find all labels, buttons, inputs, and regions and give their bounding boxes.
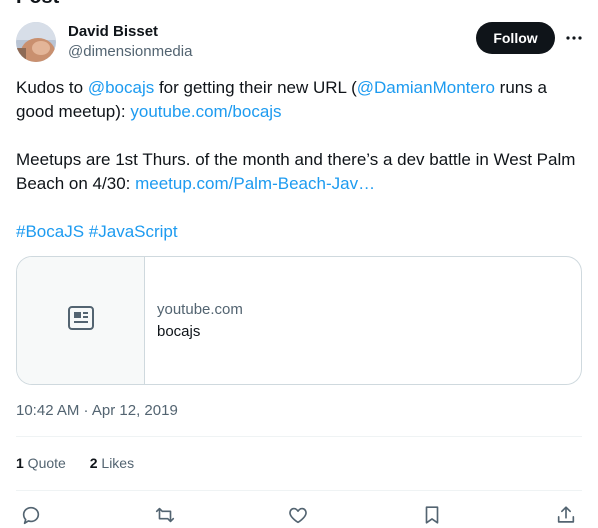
tweet-timestamp: 10:42 AM · Apr 12, 2019 — [16, 402, 178, 419]
likes-label: Likes — [97, 455, 135, 471]
likes-stat[interactable]: 2 Likes — [90, 455, 134, 471]
meta-separator: · — [79, 402, 92, 419]
tweet-author: David Bisset @dimensionmedia Follow — [16, 22, 582, 64]
tweet-date[interactable]: Apr 12, 2019 — [92, 402, 178, 419]
card-domain: youtube.com — [157, 301, 243, 318]
card-title: bocajs — [157, 323, 201, 340]
url-link[interactable]: meetup.com/Palm-Beach-Jav… — [135, 174, 375, 193]
quotes-label: Quote — [23, 455, 66, 471]
like-icon[interactable] — [283, 502, 313, 528]
engagement-stats: 1 Quote 2 Likes — [16, 455, 154, 471]
share-icon[interactable] — [551, 502, 581, 528]
page-header: Post — [0, 0, 598, 9]
avatar[interactable] — [16, 22, 56, 62]
bookmark-icon[interactable] — [417, 502, 447, 528]
author-name[interactable]: David Bisset — [68, 23, 158, 40]
tweet-paragraph: Meetups are 1st Thurs. of the month and … — [16, 148, 576, 196]
author-handle[interactable]: @dimensionmedia — [68, 43, 192, 60]
more-horizontal-icon[interactable] — [564, 28, 584, 48]
quotes-count: 1 — [16, 455, 24, 471]
action-bar — [16, 502, 582, 528]
card-thumbnail — [17, 257, 145, 384]
tweet-text-run: Kudos to — [16, 78, 88, 97]
hashtag-link[interactable]: #JavaScript — [89, 222, 178, 241]
tweet-text: Kudos to @bocajs for getting their new U… — [16, 76, 576, 244]
page-title: Post — [16, 0, 59, 9]
link-preview-card[interactable]: youtube.com bocajs — [16, 256, 582, 385]
reply-icon[interactable] — [16, 502, 46, 528]
tweet-paragraph: Kudos to @bocajs for getting their new U… — [16, 76, 576, 124]
hashtag-link[interactable]: #BocaJS — [16, 222, 84, 241]
mention-link[interactable]: @bocajs — [88, 78, 154, 97]
mention-link[interactable]: @DamianMontero — [357, 78, 495, 97]
divider — [16, 490, 582, 491]
url-link[interactable]: youtube.com/bocajs — [130, 102, 281, 121]
follow-button[interactable]: Follow — [476, 22, 555, 54]
hashtags: #BocaJS #JavaScript — [16, 220, 576, 244]
article-icon — [67, 305, 95, 336]
retweet-icon[interactable] — [150, 502, 180, 528]
tweet-text-run: for getting their new URL ( — [154, 78, 357, 97]
divider — [16, 436, 582, 437]
likes-count: 2 — [89, 455, 98, 471]
quotes-stat[interactable]: 1 Quote — [16, 455, 66, 471]
tweet-time[interactable]: 10:42 AM — [16, 402, 79, 419]
